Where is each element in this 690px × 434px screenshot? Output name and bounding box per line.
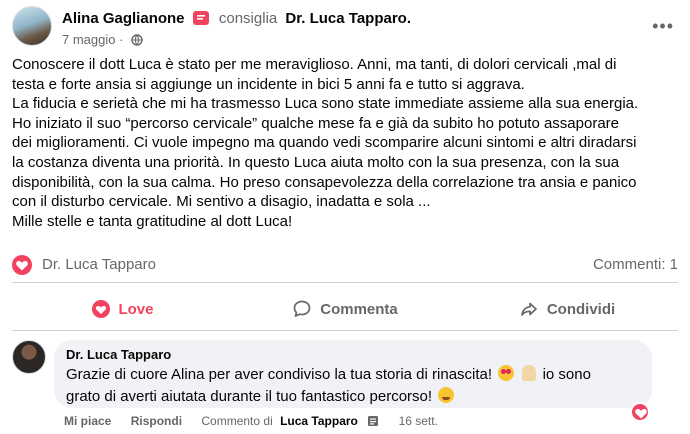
more-options-button[interactable]: ••• <box>652 16 674 37</box>
comment-bubble: Dr. Luca Tapparo Grazie di cuore Alina p… <box>54 340 652 408</box>
share-label: Condividi <box>546 300 616 318</box>
comment-love-reaction-icon[interactable] <box>630 402 650 422</box>
divider <box>12 330 678 331</box>
post-actions: Love Commenta Condividi <box>12 290 678 328</box>
hugging-face-emoji-icon <box>438 387 455 403</box>
comments-count[interactable]: Commenti: 1 <box>593 256 678 273</box>
comment-label: Commenta <box>320 300 398 318</box>
separator-dot: · <box>119 32 128 47</box>
post-body-line: la costanza diventa una priorità. In que… <box>12 153 620 171</box>
author-avatar[interactable] <box>12 6 52 46</box>
comment-text: Grazie di cuore Alina per aver condiviso… <box>66 366 493 383</box>
share-icon <box>519 299 539 319</box>
love-label: Love <box>118 300 154 318</box>
love-button[interactable]: Love <box>12 290 234 328</box>
post-body: Conoscere il dott Luca è stato per me me… <box>12 55 682 231</box>
comment-text: io sono <box>542 366 591 383</box>
post-body-line: dei miglioramenti. Ci vuole impegno ma q… <box>12 134 637 152</box>
post-body-line: con il disturbo cervicale. Mi sentivo a … <box>12 193 431 211</box>
love-reaction-icon[interactable] <box>12 255 32 275</box>
comment-timestamp[interactable]: 16 sett. <box>399 414 438 428</box>
post-body-line: Mille stelle e tanta gratitudine al dott… <box>12 212 293 230</box>
share-button[interactable]: Condividi <box>456 290 678 328</box>
recommend-icon <box>192 11 209 25</box>
comment-text-line: Grazie di cuore Alina per aver condiviso… <box>66 365 640 385</box>
globe-icon <box>131 34 143 49</box>
comment-text-line: grato di averti aiutata durante il tuo f… <box>66 387 640 407</box>
praying-hands-emoji-icon <box>522 365 537 381</box>
edit-note-icon <box>367 415 379 430</box>
commenter-avatar[interactable] <box>12 340 46 374</box>
comment-text: grato di averti aiutata durante il tuo f… <box>66 388 433 405</box>
reactors-name[interactable]: Dr. Luca Tapparo <box>42 256 156 273</box>
reactions-bar: Dr. Luca Tapparo Commenti: 1 <box>12 254 678 276</box>
post-header: Alina Gaglianone consiglia Dr. Luca Tapp… <box>12 6 678 50</box>
post-body-line: testa e forte ansia si aggiunge un incid… <box>12 75 525 93</box>
post-body-line: Ho iniziato il suo “percorso cervicale” … <box>12 114 620 132</box>
comment-icon <box>292 299 312 319</box>
post-date[interactable]: 7 maggio <box>62 32 115 47</box>
post-body-line: disponibilità, con la sua calma. Ho pres… <box>12 173 637 191</box>
post-body-line: La fiducia e serietà che mi ha trasmesso… <box>12 95 639 113</box>
post-meta: 7 maggio · <box>62 32 143 49</box>
post-body-line: Conoscere il dott Luca è stato per me me… <box>12 56 617 73</box>
heart-icon <box>92 300 111 318</box>
comment-author[interactable]: Dr. Luca Tapparo <box>66 346 640 363</box>
comment-like-link[interactable]: Mi piace <box>64 414 111 428</box>
recommend-verb: consiglia <box>218 10 278 27</box>
heart-eyes-emoji-icon <box>498 365 515 381</box>
comment-button[interactable]: Commenta <box>234 290 456 328</box>
comment-footer: Mi piace Rispondi Commento di Luca Tappa… <box>64 414 438 430</box>
comment-by-label: Commento di <box>201 414 273 428</box>
divider <box>12 282 678 283</box>
comment-by-name[interactable]: Luca Tapparo <box>280 414 358 428</box>
comment-reply-link[interactable]: Rispondi <box>131 414 182 428</box>
header-line: Alina Gaglianone consiglia Dr. Luca Tapp… <box>62 10 411 27</box>
recommended-page[interactable]: Dr. Luca Tapparo. <box>285 10 411 27</box>
author-name[interactable]: Alina Gaglianone <box>62 10 185 27</box>
